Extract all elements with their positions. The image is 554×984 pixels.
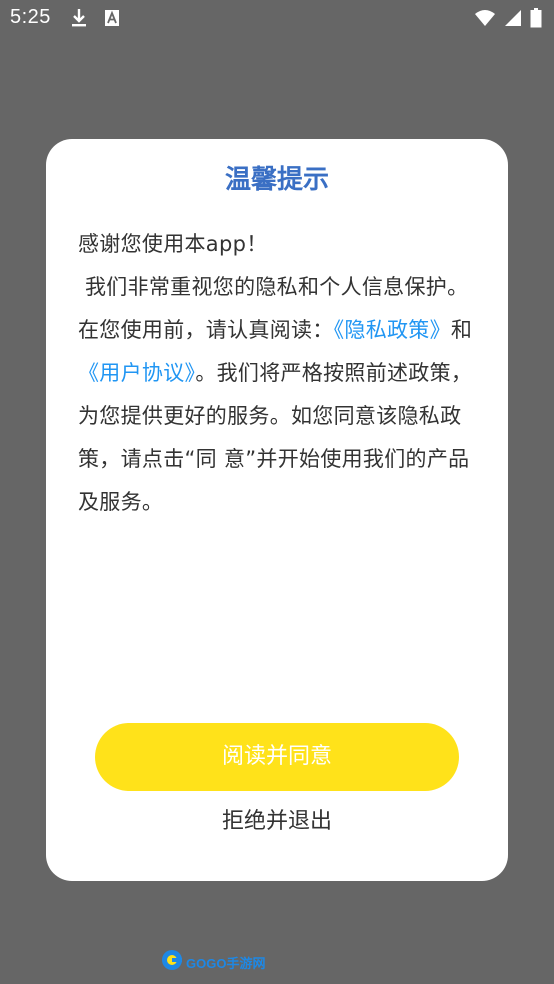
user-agreement-link[interactable]: 《用户协议》 (78, 361, 195, 385)
and-text: 和 (450, 318, 473, 342)
privacy-paragraph: 我们非常重视您的隐私和个人信息保护。在您使用前，请认真阅读：《隐私政策》和《用户… (78, 266, 476, 524)
status-right-icons (474, 8, 542, 32)
privacy-dialog: 温馨提示 感谢您使用本app！ 我们非常重视您的隐私和个人信息保护。在您使用前，… (46, 139, 508, 881)
logo-text: GOGO手游网 (186, 955, 266, 971)
gogo-logo-icon (160, 948, 184, 976)
dialog-title: 温馨提示 (224, 165, 329, 195)
signal-icon (504, 9, 522, 31)
font-icon (104, 9, 120, 31)
status-bar: 5:25 (0, 0, 554, 38)
greeting-text: 感谢您使用本app！ (78, 232, 268, 256)
reject-button[interactable]: 拒绝并退出 (46, 803, 508, 835)
privacy-policy-link[interactable]: 《隐私政策》 (334, 318, 451, 342)
screen: 5:25 温馨提示 感谢您使用本app！ 我们非常重视您的隐私和个人信息保护。在… (0, 0, 554, 984)
battery-icon (530, 8, 542, 32)
status-time: 5:25 (10, 6, 51, 28)
wifi-icon (474, 9, 496, 31)
status-left-icons (70, 8, 120, 32)
agree-button[interactable]: 阅读并同意 (95, 723, 459, 791)
download-icon (70, 8, 88, 32)
gogo-logo: GOGO手游网 (160, 948, 265, 976)
dialog-body: 感谢您使用本app！ 我们非常重视您的隐私和个人信息保护。在您使用前，请认真阅读… (78, 223, 476, 524)
